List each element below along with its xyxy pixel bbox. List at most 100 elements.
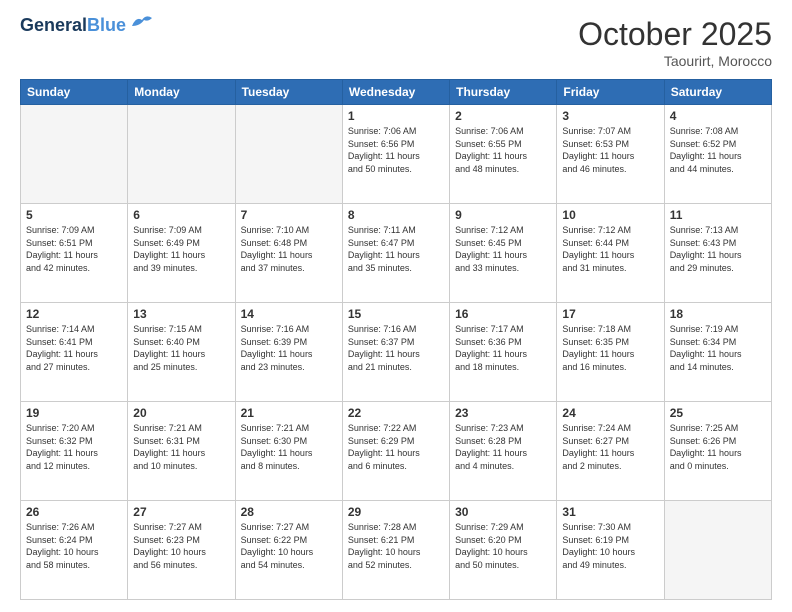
day-number: 2 — [455, 109, 551, 123]
day-number: 25 — [670, 406, 766, 420]
day-number: 17 — [562, 307, 658, 321]
day-number: 7 — [241, 208, 337, 222]
day-info: Sunrise: 7:16 AM Sunset: 6:39 PM Dayligh… — [241, 323, 337, 373]
day-number: 16 — [455, 307, 551, 321]
day-info: Sunrise: 7:17 AM Sunset: 6:36 PM Dayligh… — [455, 323, 551, 373]
day-number: 21 — [241, 406, 337, 420]
day-info: Sunrise: 7:06 AM Sunset: 6:56 PM Dayligh… — [348, 125, 444, 175]
day-info: Sunrise: 7:28 AM Sunset: 6:21 PM Dayligh… — [348, 521, 444, 571]
day-number: 10 — [562, 208, 658, 222]
col-saturday: Saturday — [664, 80, 771, 105]
table-row: 27Sunrise: 7:27 AM Sunset: 6:23 PM Dayli… — [128, 501, 235, 600]
month-title: October 2025 — [578, 16, 772, 53]
table-row: 8 Sunrise: 7:11 AM Sunset: 6:47 PM Daylig… — [342, 204, 449, 303]
table-row: 21Sunrise: 7:21 AM Sunset: 6:30 PM Dayli… — [235, 402, 342, 501]
col-monday: Monday — [128, 80, 235, 105]
calendar-header-row: Sunday Monday Tuesday Wednesday Thursday… — [21, 80, 772, 105]
day-number: 27 — [133, 505, 229, 519]
day-info: Sunrise: 7:12 AM Sunset: 6:44 PM Dayligh… — [562, 224, 658, 274]
day-info: Sunrise: 7:24 AM Sunset: 6:27 PM Dayligh… — [562, 422, 658, 472]
table-row: 16 Sunrise: 7:17 AM Sunset: 6:36 PM Dayli… — [450, 303, 557, 402]
day-info: Sunrise: 7:25 AM Sunset: 6:26 PM Dayligh… — [670, 422, 766, 472]
day-number: 23 — [455, 406, 551, 420]
day-number: 6 — [133, 208, 229, 222]
table-row: 10 Sunrise: 7:12 AM Sunset: 6:44 PM Dayli… — [557, 204, 664, 303]
day-info: Sunrise: 7:10 AM Sunset: 6:48 PM Dayligh… — [241, 224, 337, 274]
logo-text: GeneralBlue — [20, 16, 126, 36]
day-info: Sunrise: 7:16 AM Sunset: 6:37 PM Dayligh… — [348, 323, 444, 373]
day-number: 22 — [348, 406, 444, 420]
day-number: 12 — [26, 307, 122, 321]
table-row: 30 Sunrise: 7:29 AM Sunset: 6:20 PM Dayli… — [450, 501, 557, 600]
table-row: 1 Sunrise: 7:06 AM Sunset: 6:56 PM Daylig… — [342, 105, 449, 204]
table-row: 29Sunrise: 7:28 AM Sunset: 6:21 PM Dayli… — [342, 501, 449, 600]
table-row: 24Sunrise: 7:24 AM Sunset: 6:27 PM Dayli… — [557, 402, 664, 501]
table-row: 6 Sunrise: 7:09 AM Sunset: 6:49 PM Daylig… — [128, 204, 235, 303]
table-row: 28 Sunrise: 7:27 AM Sunset: 6:22 PM Dayli… — [235, 501, 342, 600]
day-info: Sunrise: 7:29 AM Sunset: 6:20 PM Dayligh… — [455, 521, 551, 571]
col-tuesday: Tuesday — [235, 80, 342, 105]
table-row: 11Sunrise: 7:13 AM Sunset: 6:43 PM Dayli… — [664, 204, 771, 303]
table-row — [21, 105, 128, 204]
day-info: Sunrise: 7:07 AM Sunset: 6:53 PM Dayligh… — [562, 125, 658, 175]
table-row: 20Sunrise: 7:21 AM Sunset: 6:31 PM Dayli… — [128, 402, 235, 501]
day-number: 11 — [670, 208, 766, 222]
day-info: Sunrise: 7:20 AM Sunset: 6:32 PM Dayligh… — [26, 422, 122, 472]
day-info: Sunrise: 7:12 AM Sunset: 6:45 PM Dayligh… — [455, 224, 551, 274]
day-info: Sunrise: 7:26 AM Sunset: 6:24 PM Dayligh… — [26, 521, 122, 571]
day-info: Sunrise: 7:14 AM Sunset: 6:41 PM Dayligh… — [26, 323, 122, 373]
table-row: 31Sunrise: 7:30 AM Sunset: 6:19 PM Dayli… — [557, 501, 664, 600]
table-row: 19 Sunrise: 7:20 AM Sunset: 6:32 PM Dayli… — [21, 402, 128, 501]
day-number: 26 — [26, 505, 122, 519]
day-number: 13 — [133, 307, 229, 321]
day-number: 1 — [348, 109, 444, 123]
day-number: 30 — [455, 505, 551, 519]
day-info: Sunrise: 7:06 AM Sunset: 6:55 PM Dayligh… — [455, 125, 551, 175]
table-row: 23Sunrise: 7:23 AM Sunset: 6:28 PM Dayli… — [450, 402, 557, 501]
table-row — [128, 105, 235, 204]
table-row: 25 Sunrise: 7:25 AM Sunset: 6:26 PM Dayli… — [664, 402, 771, 501]
day-number: 9 — [455, 208, 551, 222]
day-number: 5 — [26, 208, 122, 222]
day-number: 14 — [241, 307, 337, 321]
day-info: Sunrise: 7:08 AM Sunset: 6:52 PM Dayligh… — [670, 125, 766, 175]
table-row: 17 Sunrise: 7:18 AM Sunset: 6:35 PM Dayli… — [557, 303, 664, 402]
day-info: Sunrise: 7:09 AM Sunset: 6:51 PM Dayligh… — [26, 224, 122, 274]
table-row: 13 Sunrise: 7:15 AM Sunset: 6:40 PM Dayli… — [128, 303, 235, 402]
day-info: Sunrise: 7:21 AM Sunset: 6:31 PM Dayligh… — [133, 422, 229, 472]
title-block: October 2025 Taourirt, Morocco — [578, 16, 772, 69]
table-row: 18 Sunrise: 7:19 AM Sunset: 6:34 PM Dayli… — [664, 303, 771, 402]
day-info: Sunrise: 7:19 AM Sunset: 6:34 PM Dayligh… — [670, 323, 766, 373]
col-sunday: Sunday — [21, 80, 128, 105]
col-thursday: Thursday — [450, 80, 557, 105]
location: Taourirt, Morocco — [578, 53, 772, 69]
day-info: Sunrise: 7:18 AM Sunset: 6:35 PM Dayligh… — [562, 323, 658, 373]
table-row: 5 Sunrise: 7:09 AM Sunset: 6:51 PM Daylig… — [21, 204, 128, 303]
col-wednesday: Wednesday — [342, 80, 449, 105]
table-row: 12 Sunrise: 7:14 AM Sunset: 6:41 PM Dayli… — [21, 303, 128, 402]
page: GeneralBlue October 2025 Taourirt, Moroc… — [0, 0, 792, 612]
day-info: Sunrise: 7:27 AM Sunset: 6:22 PM Dayligh… — [241, 521, 337, 571]
day-number: 3 — [562, 109, 658, 123]
table-row — [235, 105, 342, 204]
day-number: 15 — [348, 307, 444, 321]
table-row: 26 Sunrise: 7:26 AM Sunset: 6:24 PM Dayli… — [21, 501, 128, 600]
table-row: 7 Sunrise: 7:10 AM Sunset: 6:48 PM Daylig… — [235, 204, 342, 303]
table-row: 4 Sunrise: 7:08 AM Sunset: 6:52 PM Daylig… — [664, 105, 771, 204]
day-number: 18 — [670, 307, 766, 321]
table-row: 2 Sunrise: 7:06 AM Sunset: 6:55 PM Daylig… — [450, 105, 557, 204]
table-row: 9 Sunrise: 7:12 AM Sunset: 6:45 PM Daylig… — [450, 204, 557, 303]
day-number: 4 — [670, 109, 766, 123]
day-number: 8 — [348, 208, 444, 222]
logo: GeneralBlue — [20, 16, 156, 36]
day-info: Sunrise: 7:09 AM Sunset: 6:49 PM Dayligh… — [133, 224, 229, 274]
logo-bird-icon — [128, 12, 156, 32]
day-info: Sunrise: 7:22 AM Sunset: 6:29 PM Dayligh… — [348, 422, 444, 472]
day-info: Sunrise: 7:15 AM Sunset: 6:40 PM Dayligh… — [133, 323, 229, 373]
calendar-table: Sunday Monday Tuesday Wednesday Thursday… — [20, 79, 772, 600]
day-number: 19 — [26, 406, 122, 420]
day-number: 28 — [241, 505, 337, 519]
day-info: Sunrise: 7:11 AM Sunset: 6:47 PM Dayligh… — [348, 224, 444, 274]
table-row — [664, 501, 771, 600]
header: GeneralBlue October 2025 Taourirt, Moroc… — [20, 16, 772, 69]
